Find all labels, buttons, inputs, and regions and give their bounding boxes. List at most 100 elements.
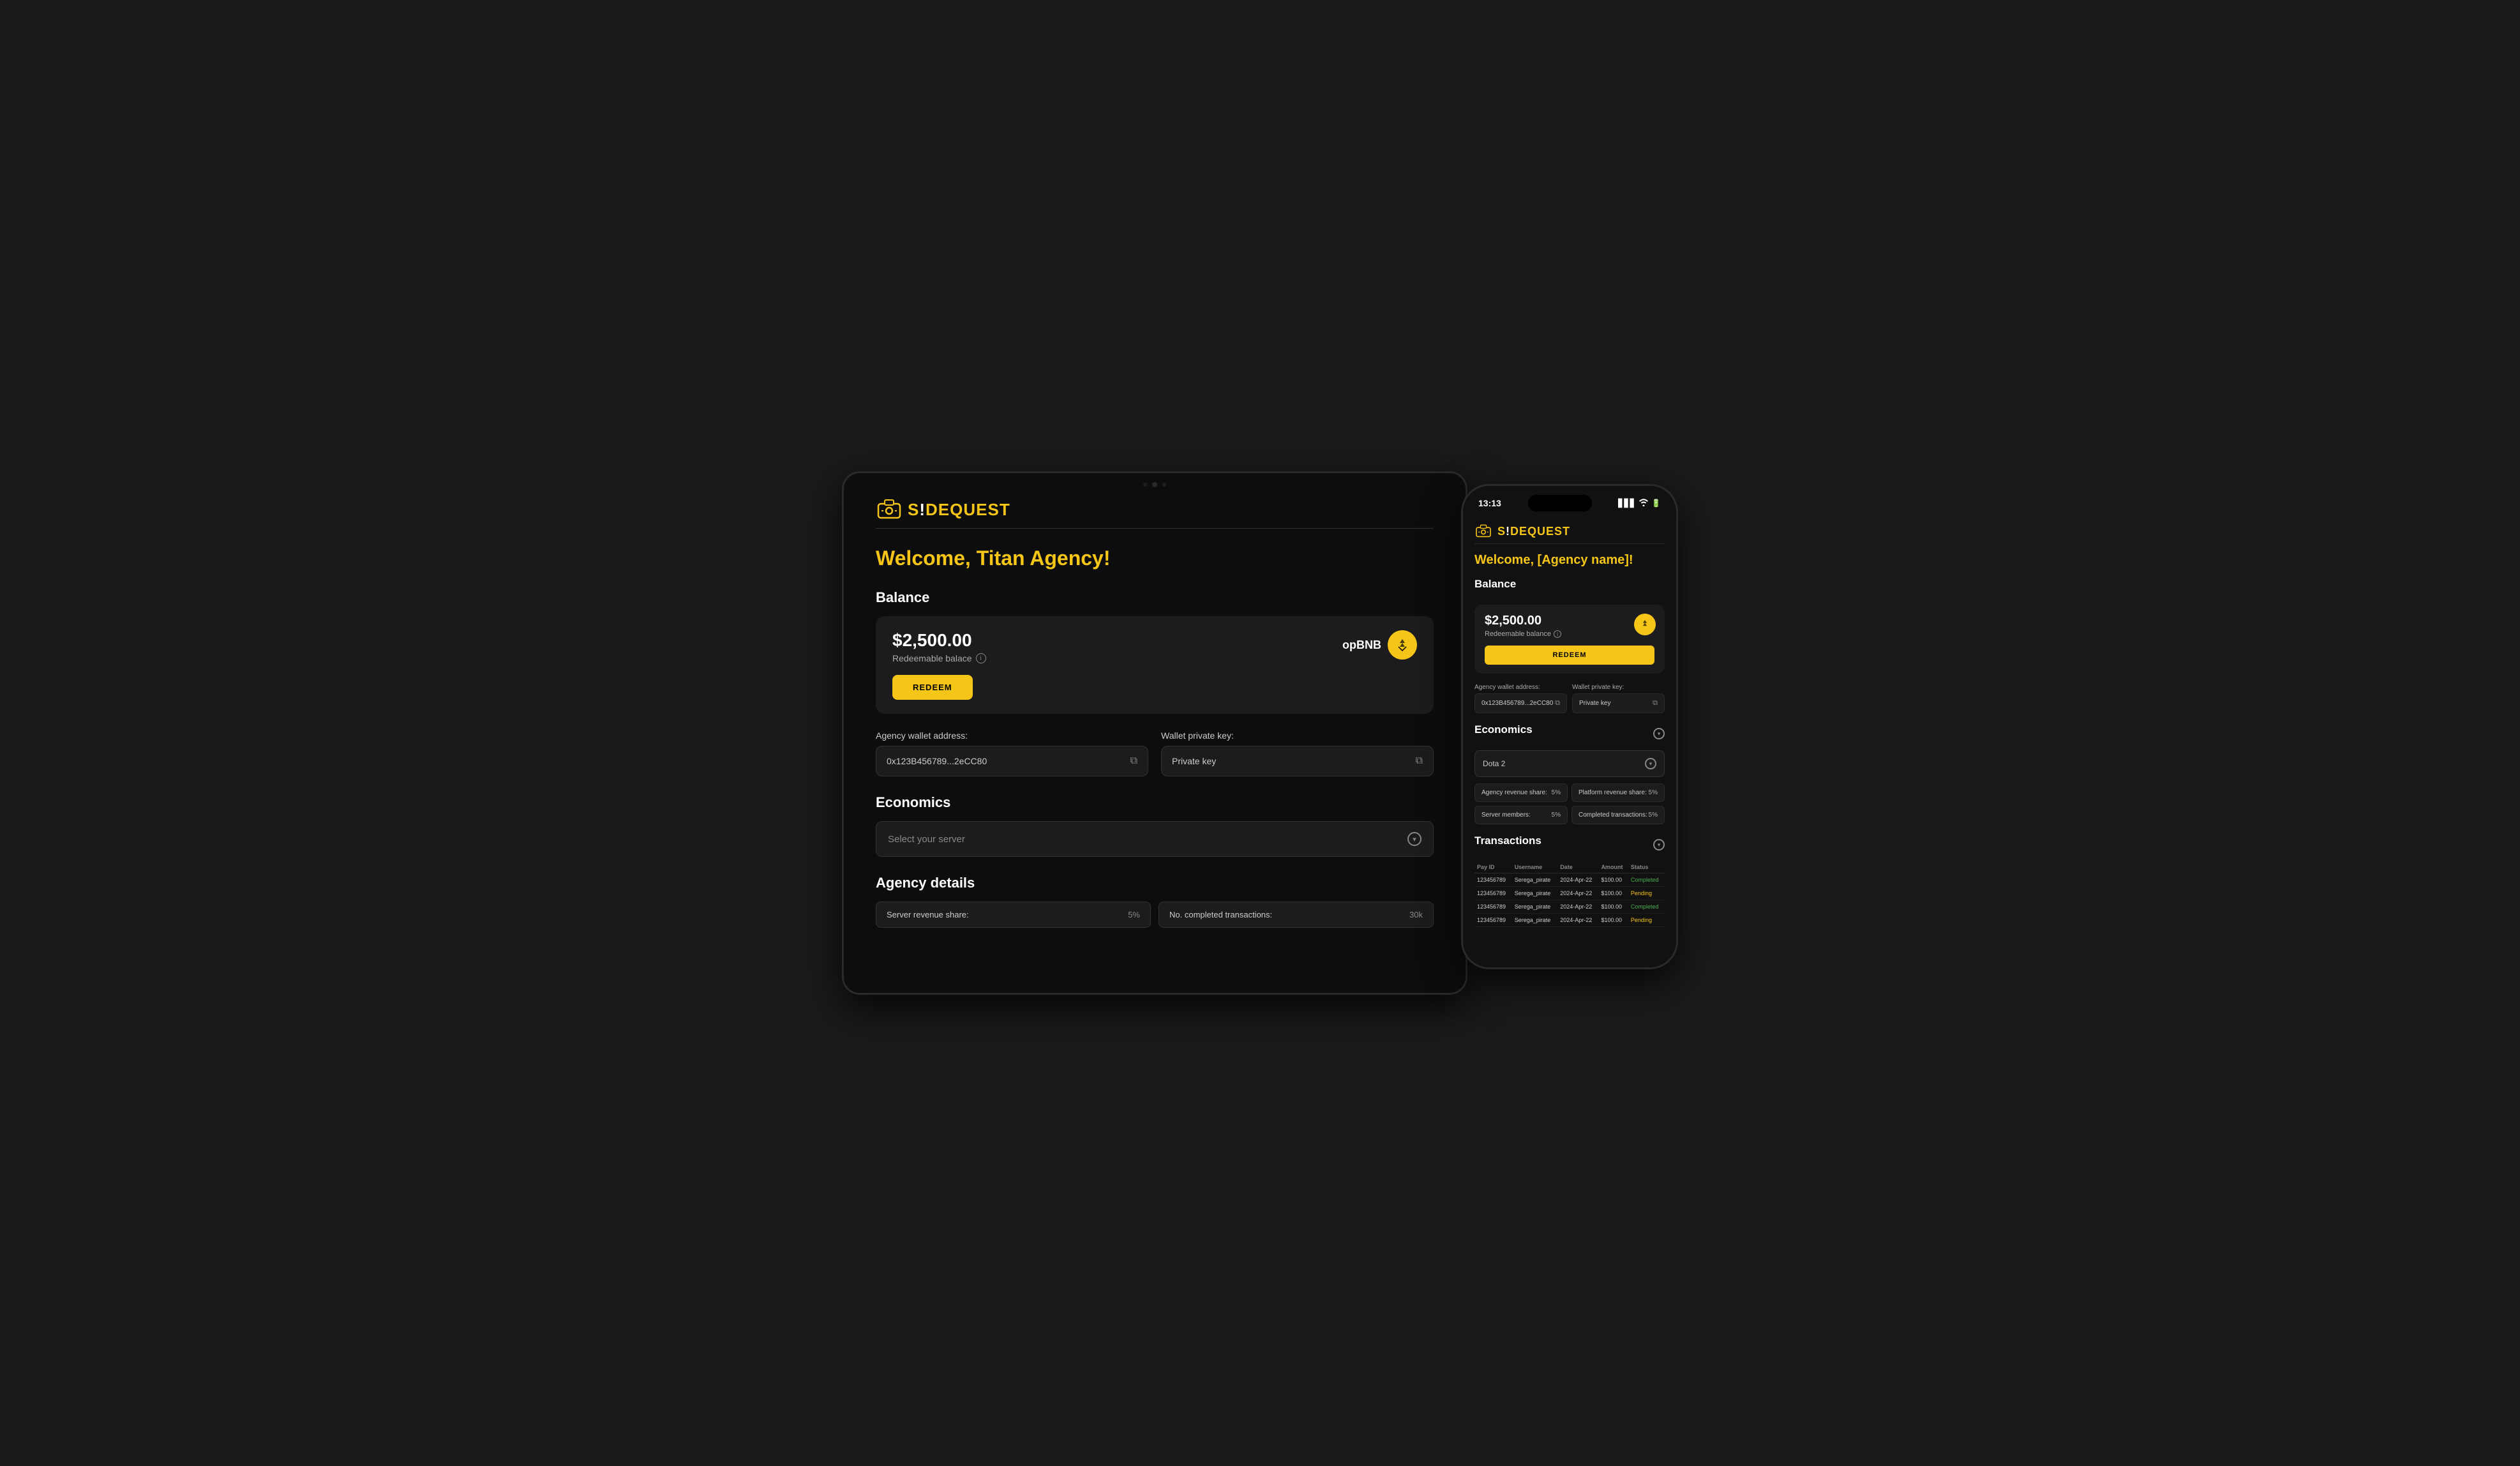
tablet-balance-card: opBNB $2,500.00 Redeemable balace i REDE… (876, 616, 1434, 714)
phone-economics-chevron[interactable]: ▾ (1653, 728, 1665, 739)
tablet-economics-section: Economics Select your server ▾ (876, 794, 1434, 857)
phone-wallet-address-field[interactable]: 0x123B456789...2eCC80 ⧉ (1474, 693, 1567, 713)
transactions-body: 123456789 Serega_pirate 2024-Apr-22 $100… (1474, 873, 1665, 927)
phone-balance-card: $2,500.00 Redeemable balance i REDEEM (1474, 605, 1665, 674)
tablet-wallet-address-value: 0x123B456789...2eCC80 (887, 756, 987, 766)
phone-transactions-title: Transactions (1474, 835, 1541, 847)
tablet-wallet-fields: Agency wallet address: 0x123B456789...2e… (876, 730, 1434, 776)
tx-col-status: Status (1628, 861, 1665, 873)
tablet-wallet-key-label: Wallet private key: (1161, 730, 1434, 741)
transactions-table: Pay ID Username Date Amount Status 12345… (1474, 861, 1665, 927)
phone-wallet-address-label: Agency wallet address: (1474, 684, 1567, 691)
logo-icon (876, 499, 903, 520)
phone-divider (1474, 543, 1665, 544)
tablet-wallet-key-value: Private key (1172, 756, 1216, 766)
tablet-server-revenue-value: 5% (1128, 910, 1140, 919)
phone-platform-revenue-value: 5% (1649, 789, 1658, 796)
tx-cell-payid: 123456789 (1474, 914, 1512, 927)
tablet-divider (876, 528, 1434, 529)
tablet-wallet-copy-icon[interactable]: ⧉ (1130, 755, 1137, 767)
tx-cell-username: Serega_pirate (1512, 900, 1557, 914)
phone-balance-label: Redeemable balance i (1485, 630, 1654, 638)
tablet-wallet-key-group: Wallet private key: Private key ⧉ (1161, 730, 1434, 776)
phone-server-members-stat: Server members: 5% (1474, 806, 1568, 824)
signal-icon: ▋▋▋ (1618, 499, 1636, 508)
phone-wallet-key-label: Wallet private key: (1572, 684, 1665, 691)
phone-server-select-text: Dota 2 (1483, 759, 1505, 768)
tx-cell-amount: $100.00 (1598, 914, 1628, 927)
tablet-device: S!DEQUEST Welcome, Titan Agency! Balance… (842, 471, 1467, 995)
tx-cell-username: Serega_pirate (1512, 887, 1557, 900)
phone-device: 13:13 ▋▋▋ 🔋 (1461, 484, 1678, 969)
wifi-icon (1639, 499, 1648, 508)
table-row: 123456789 Serega_pirate 2024-Apr-22 $100… (1474, 900, 1665, 914)
phone-economics-section: Economics ▾ Dota 2 ▾ Agency revenue shar… (1474, 723, 1665, 824)
phone-wallet-key-group: Wallet private key: Private key ⧉ (1572, 684, 1665, 713)
tx-col-username: Username (1512, 861, 1557, 873)
tablet-balance-amount: $2,500.00 (892, 630, 1417, 651)
tablet-camera (1143, 482, 1166, 487)
phone-wallet-address-group: Agency wallet address: 0x123B456789...2e… (1474, 684, 1567, 713)
tx-cell-amount: $100.00 (1598, 900, 1628, 914)
phone-wallet-key-value: Private key (1579, 700, 1610, 707)
phone-balance-info-icon[interactable]: i (1554, 630, 1561, 638)
tablet-balance-label: Redeemable balace i (892, 653, 1417, 663)
tablet-server-select-text: Select your server (888, 834, 965, 845)
tx-col-amount: Amount (1598, 861, 1628, 873)
tablet-wallet-address-label: Agency wallet address: (876, 730, 1148, 741)
camera-lens (1152, 482, 1157, 487)
phone-transactions-section: Transactions ▾ Pay ID Username Date Amou… (1474, 835, 1665, 927)
tx-cell-amount: $100.00 (1598, 873, 1628, 887)
phone-balance-header: Balance (1474, 578, 1665, 598)
phone-economics-title: Economics (1474, 723, 1533, 736)
phone-balance-amount: $2,500.00 (1485, 614, 1654, 628)
tablet-redeem-button[interactable]: REDEEM (892, 675, 973, 700)
phone-platform-revenue-label: Platform revenue share: (1579, 789, 1647, 796)
phone-transactions-header: Transactions ▾ (1474, 835, 1665, 855)
tx-cell-username: Serega_pirate (1512, 914, 1557, 927)
phone-logo-text: S!DEQUEST (1497, 525, 1570, 538)
tablet-wallet-address-group: Agency wallet address: 0x123B456789...2e… (876, 730, 1148, 776)
tablet-wallet-key-field[interactable]: Private key ⧉ (1161, 746, 1434, 776)
token-badge: opBNB (1342, 630, 1417, 660)
token-icon (1388, 630, 1417, 660)
phone-time: 13:13 (1478, 498, 1501, 508)
phone-wallet-key-field[interactable]: Private key ⧉ (1572, 693, 1665, 713)
phone-logo: S!DEQUEST (1474, 524, 1665, 538)
token-name: opBNB (1342, 639, 1381, 652)
tablet-logo: S!DEQUEST (876, 499, 1434, 520)
phone-platform-revenue-stat: Platform revenue share: 5% (1571, 783, 1665, 802)
tablet-agency-fields: Server revenue share: 5% No. completed t… (876, 902, 1434, 928)
phone-server-select[interactable]: Dota 2 ▾ (1474, 750, 1665, 777)
phone-economics-header: Economics ▾ (1474, 723, 1665, 744)
table-row: 123456789 Serega_pirate 2024-Apr-22 $100… (1474, 914, 1665, 927)
tx-cell-date: 2024-Apr-22 (1557, 914, 1598, 927)
phone-key-copy-icon[interactable]: ⧉ (1653, 699, 1658, 707)
phone-status-bar: 13:13 ▋▋▋ 🔋 (1463, 486, 1676, 517)
tx-cell-payid: 123456789 (1474, 887, 1512, 900)
phone-wallet-copy-icon[interactable]: ⧉ (1555, 699, 1560, 707)
phone-stats-grid: Agency revenue share: 5% Platform revenu… (1474, 783, 1665, 824)
tx-header-row: Pay ID Username Date Amount Status (1474, 861, 1665, 873)
tablet-agency-details: Agency details Server revenue share: 5% … (876, 875, 1434, 928)
phone-redeem-button[interactable]: REDEEM (1485, 646, 1654, 665)
tablet-server-select[interactable]: Select your server ▾ (876, 821, 1434, 857)
phone-token-icon (1634, 614, 1656, 635)
tablet-wallet-address-field[interactable]: 0x123B456789...2eCC80 ⧉ (876, 746, 1148, 776)
camera-dot2 (1162, 483, 1166, 487)
tx-col-date: Date (1557, 861, 1598, 873)
tablet-welcome: Welcome, Titan Agency! (876, 547, 1434, 570)
tx-cell-date: 2024-Apr-22 (1557, 873, 1598, 887)
phone-agency-revenue-label: Agency revenue share: (1481, 789, 1547, 796)
tablet-balance-title: Balance (876, 589, 1434, 606)
tablet-agency-details-title: Agency details (876, 875, 1434, 891)
battery-icon: 🔋 (1651, 499, 1661, 508)
phone-transactions-chevron[interactable]: ▾ (1653, 839, 1665, 850)
tablet-server-revenue-field: Server revenue share: 5% (876, 902, 1151, 928)
camera-dot (1143, 483, 1147, 487)
tablet-key-copy-icon[interactable]: ⧉ (1416, 755, 1423, 767)
balance-info-icon[interactable]: i (976, 653, 986, 663)
phone-server-chevron: ▾ (1645, 758, 1656, 769)
tablet-logo-text: S!DEQUEST (908, 500, 1010, 520)
tablet-server-revenue-label: Server revenue share: (887, 910, 969, 919)
